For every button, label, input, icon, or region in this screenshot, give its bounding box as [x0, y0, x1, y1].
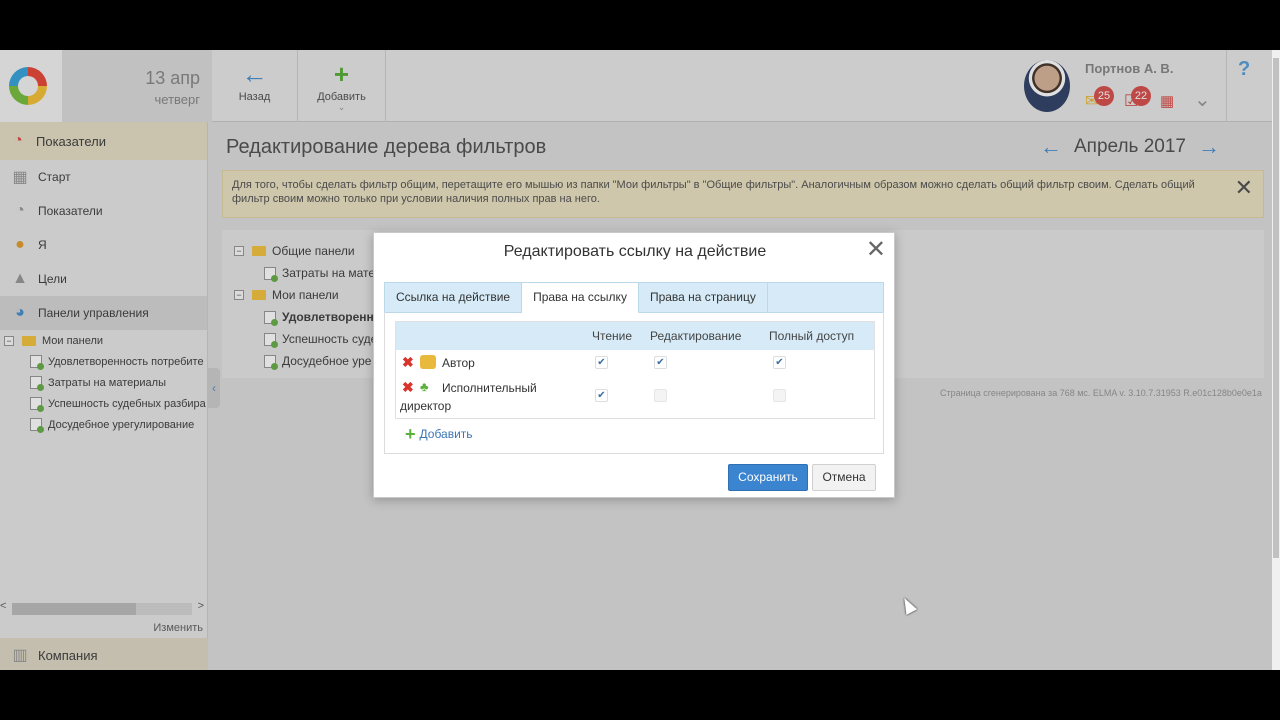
permissions-table: Чтение Редактирование Полный доступ ✖ Ав… — [395, 321, 875, 419]
org-chart-icon: ♣ — [420, 379, 429, 394]
add-link[interactable]: + Добавить — [405, 424, 473, 444]
remove-icon[interactable]: ✖ — [402, 354, 414, 371]
save-button[interactable]: Сохранить — [728, 464, 808, 491]
full-access-checkbox[interactable] — [773, 389, 786, 402]
plus-icon: + — [405, 424, 416, 444]
read-checkbox[interactable]: ✔ — [595, 389, 608, 402]
read-checkbox[interactable]: ✔ — [595, 356, 608, 369]
role-name: Исполнительный — [442, 381, 537, 395]
close-icon[interactable]: ✕ — [866, 237, 886, 263]
vertical-scrollbar[interactable] — [1272, 50, 1280, 670]
edit-link-dialog: Редактировать ссылку на действие ✕ Ссылк… — [373, 232, 895, 498]
tab-action-link[interactable]: Ссылка на действие — [385, 283, 523, 312]
cancel-button[interactable]: Отмена — [812, 464, 876, 491]
column-header-edit: Редактирование — [650, 329, 742, 343]
tab-page-permissions[interactable]: Права на страницу — [639, 283, 768, 312]
tab-content: Чтение Редактирование Полный доступ ✖ Ав… — [384, 312, 884, 454]
tab-link-permissions[interactable]: Права на ссылку — [522, 283, 639, 313]
column-header-full: Полный доступ — [769, 329, 855, 343]
letterbox-top — [0, 0, 1280, 50]
full-access-checkbox[interactable]: ✔ — [773, 356, 786, 369]
table-row: ✖ ♣ Исполнительный директор ✔ — [396, 376, 874, 418]
table-row: ✖ Автор ✔ ✔ ✔ — [396, 350, 874, 376]
author-icon — [420, 355, 436, 369]
column-header-read: Чтение — [592, 329, 633, 343]
scroll-thumb[interactable] — [1273, 58, 1279, 558]
add-link-label: Добавить — [419, 427, 473, 441]
remove-icon[interactable]: ✖ — [402, 379, 414, 396]
edit-checkbox[interactable] — [654, 389, 667, 402]
letterbox-bottom — [0, 670, 1280, 720]
role-name: Автор — [442, 356, 475, 370]
role-name-cont: директор — [400, 399, 452, 413]
table-header: Чтение Редактирование Полный доступ — [396, 322, 874, 350]
edit-checkbox[interactable]: ✔ — [654, 356, 667, 369]
dialog-title: Редактировать ссылку на действие — [503, 243, 767, 260]
dialog-tabs: Ссылка на действие Права на ссылку Права… — [384, 282, 884, 313]
